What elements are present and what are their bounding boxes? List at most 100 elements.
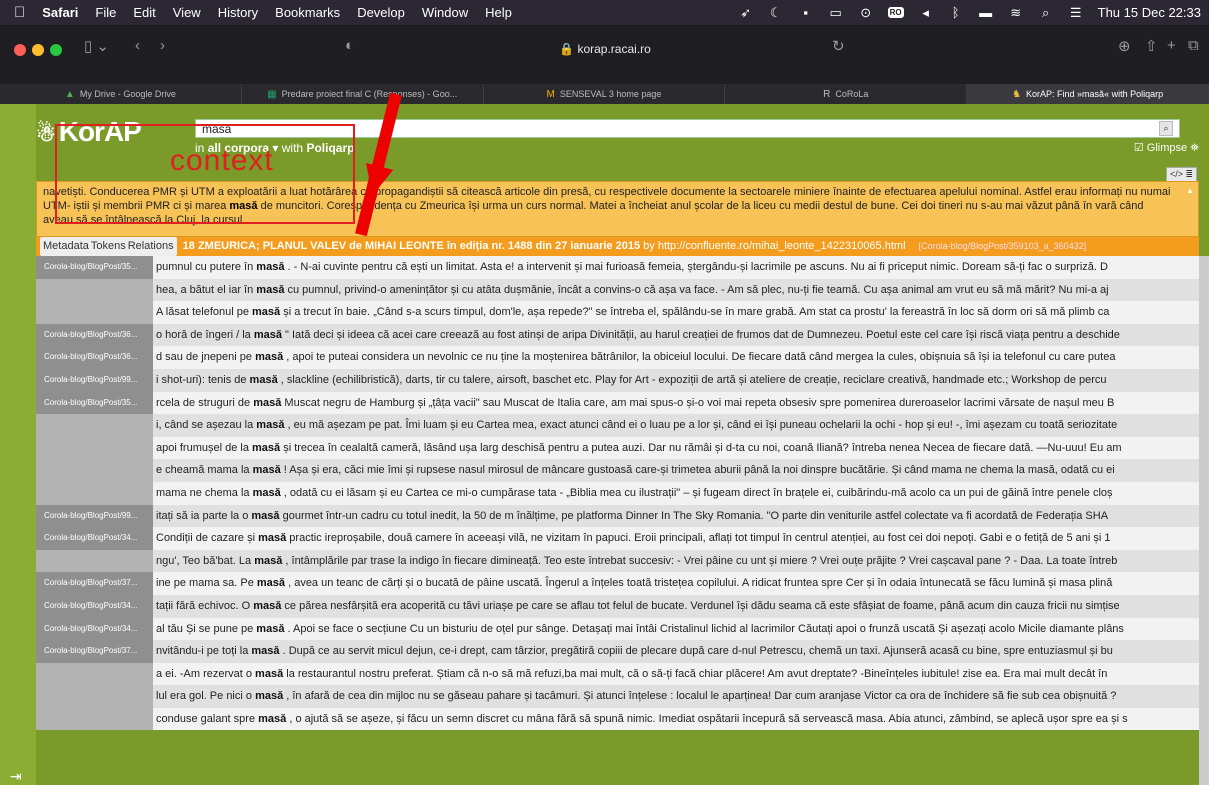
volume-icon[interactable]: ◂ bbox=[918, 5, 934, 21]
doc-title: 18 ZMEURICA; PLANUL VALEV de MIHAI LEONT… bbox=[182, 240, 641, 252]
snippet-keyword: masă bbox=[253, 396, 282, 409]
tab-label: CoRoLa bbox=[835, 89, 869, 99]
tab-corola[interactable]: R CoRoLa bbox=[725, 84, 968, 104]
location-icon[interactable]: ➶ bbox=[738, 5, 754, 21]
result-row[interactable]: A lăsat telefonul pe masă și a trecut în… bbox=[36, 301, 1199, 324]
snippet-keyword: masă bbox=[256, 419, 285, 432]
forward-icon[interactable]: › bbox=[160, 37, 165, 54]
result-snippet: e cheamă mama la masă ! Așa și era, căci… bbox=[153, 459, 1199, 482]
result-doc-label bbox=[36, 685, 153, 708]
relations-button[interactable]: Relations bbox=[128, 237, 174, 256]
menubar-status-area: ➶ ☾ ▪ ▭ ⊙ RO ◂ ᛒ ▬ ≋ ⌕ ☰ Thu 15 Dec 22:3… bbox=[738, 0, 1201, 25]
collapse-icon[interactable]: ▲ bbox=[1186, 184, 1194, 198]
result-row[interactable]: mama ne chema la masă , odată cu ei lăsa… bbox=[36, 481, 1199, 505]
result-doc-label bbox=[36, 436, 153, 460]
snippet-keyword: masă bbox=[252, 306, 281, 319]
result-row[interactable]: conduse galant spre masă , o ajută să se… bbox=[36, 707, 1199, 731]
back-icon[interactable]: ‹ bbox=[135, 37, 140, 54]
macos-menubar:  Safari File Edit View History Bookmark… bbox=[0, 0, 1209, 25]
menu-file[interactable]: File bbox=[95, 5, 116, 20]
scrollbar[interactable] bbox=[1199, 256, 1209, 785]
tokens-button[interactable]: Tokens bbox=[91, 237, 126, 256]
doc-by[interactable]: by http://confluente.ro/mihai_leonte_142… bbox=[643, 240, 905, 252]
results-list: Corola-blog/BlogPost/35... pumnul cu pute… bbox=[36, 256, 1199, 785]
moon-icon[interactable]: ☾ bbox=[768, 5, 784, 21]
menu-bookmarks[interactable]: Bookmarks bbox=[275, 5, 340, 20]
zoom-window-button[interactable] bbox=[50, 44, 62, 56]
tab-senseval[interactable]: M SENSEVAL 3 home page bbox=[484, 84, 726, 104]
result-row[interactable]: Corola-blog/BlogPost/34... tații fără ech… bbox=[36, 594, 1199, 618]
tab-korap-active[interactable]: ♞ KorAP: Find »masă« with Poliqarp bbox=[967, 84, 1209, 104]
result-row[interactable]: Corola-blog/BlogPost/35... pumnul cu pute… bbox=[36, 256, 1199, 279]
menu-help[interactable]: Help bbox=[485, 5, 512, 20]
result-row[interactable]: Corola-blog/BlogPost/37... nvitându-i pe … bbox=[36, 640, 1199, 663]
result-row[interactable]: hea, a bătut el iar în masă cu pumnul, p… bbox=[36, 278, 1199, 302]
address-bar[interactable]: 🔒 korap.racai.ro bbox=[372, 37, 838, 61]
spotlight-icon[interactable]: ⌕ bbox=[1038, 5, 1054, 21]
menu-view[interactable]: View bbox=[173, 5, 201, 20]
glimpse-toggle[interactable]: ☑ Glimpse ⛯ bbox=[1134, 141, 1199, 155]
result-row[interactable]: ngu', Teo bă'bat. La masă , întâmplările… bbox=[36, 549, 1199, 573]
result-row[interactable]: e cheamă mama la masă ! Așa și era, căci… bbox=[36, 459, 1199, 482]
bluetooth-icon[interactable]: ᛒ bbox=[948, 5, 964, 20]
snippet-keyword: masă bbox=[254, 554, 283, 567]
result-doc-label bbox=[36, 301, 153, 324]
tab-overview-icon[interactable]: ⧉ bbox=[1188, 37, 1199, 54]
login-icon[interactable]: ⇥ bbox=[10, 768, 22, 785]
result-snippet: pumnul cu putere în masă . - N-ai cuvint… bbox=[153, 256, 1199, 279]
menu-history[interactable]: History bbox=[218, 5, 258, 20]
result-row[interactable]: Corola-blog/BlogPost/34... al tău Și se p… bbox=[36, 617, 1199, 641]
result-row[interactable]: Corola-blog/BlogPost/35... rcela de strug… bbox=[36, 391, 1199, 415]
menu-app-name[interactable]: Safari bbox=[42, 5, 78, 20]
result-row[interactable]: Corola-blog/BlogPost/99... i shot-uri): t… bbox=[36, 368, 1199, 392]
view-toggle-buttons[interactable]: </> ≣ bbox=[1165, 167, 1197, 182]
menu-develop[interactable]: Develop bbox=[357, 5, 405, 20]
doc-action-buttons: Metadata Tokens Relations bbox=[40, 237, 177, 256]
share-icon[interactable]: ⇧ bbox=[1145, 37, 1158, 55]
download-icon[interactable]: ⊕ bbox=[1118, 37, 1131, 55]
notification-icon[interactable]: ▪ bbox=[798, 5, 814, 20]
new-tab-icon[interactable]: + bbox=[1167, 37, 1176, 54]
result-doc-label bbox=[36, 278, 153, 302]
result-doc-label: Corola-blog/BlogPost/35... bbox=[36, 391, 153, 415]
wifi-icon[interactable]: ≋ bbox=[1008, 5, 1024, 21]
apple-menu-icon[interactable]:  bbox=[14, 4, 25, 21]
ghost-icon: ☃ bbox=[36, 121, 56, 146]
tab-label: My Drive - Google Drive bbox=[79, 89, 176, 99]
result-row[interactable]: lul era gol. Pe nici o masă , în afară d… bbox=[36, 685, 1199, 708]
minimize-window-button[interactable] bbox=[32, 44, 44, 56]
result-row[interactable]: a ei. -Am rezervat o masă la restaurantu… bbox=[36, 662, 1199, 686]
control-center-icon[interactable]: ☰ bbox=[1068, 5, 1084, 21]
result-row[interactable]: Corola-blog/BlogPost/99... itați să ia pa… bbox=[36, 504, 1199, 528]
tab-google-drive[interactable]: ▲ My Drive - Google Drive bbox=[0, 84, 242, 104]
tab-predare-proiect[interactable]: ▦ Predare proiect final C (Responses) - G… bbox=[242, 84, 484, 104]
menu-edit[interactable]: Edit bbox=[133, 5, 155, 20]
safari-toolbar: ▯ ⌄ ‹ › ◐ 🔒 korap.racai.ro ↻ ⊕ ⇧ + ⧉ bbox=[0, 25, 1209, 86]
result-doc-label: Corola-blog/BlogPost/34... bbox=[36, 617, 153, 641]
result-row[interactable]: Corola-blog/BlogPost/34... Condiții de ca… bbox=[36, 527, 1199, 550]
result-row[interactable]: Corola-blog/BlogPost/37... ine pe mama sa… bbox=[36, 572, 1199, 595]
metadata-button[interactable]: Metadata bbox=[43, 237, 89, 256]
menubar-clock[interactable]: Thu 15 Dec 22:33 bbox=[1098, 5, 1201, 20]
input-source-badge[interactable]: RO bbox=[887, 7, 904, 18]
result-snippet: ngu', Teo bă'bat. La masă , întâmplările… bbox=[153, 549, 1199, 573]
battery-icon[interactable]: ▬ bbox=[978, 5, 994, 20]
result-row[interactable]: Corola-blog/BlogPost/36... d sau de jnepe… bbox=[36, 346, 1199, 369]
result-doc-label bbox=[36, 459, 153, 482]
result-row[interactable]: i, când se așezau la masă , eu mă așezam… bbox=[36, 414, 1199, 437]
result-doc-label: Corola-blog/BlogPost/99... bbox=[36, 368, 153, 392]
snippet-right-context: , apoi te puteai considera un nevolnic c… bbox=[283, 351, 1116, 364]
search-button[interactable]: ⌕ bbox=[1159, 121, 1173, 136]
result-doc-label: Corola-blog/BlogPost/34... bbox=[36, 594, 153, 618]
snippet-right-context: și a trecut în baie. „Când s-a scurs tim… bbox=[280, 306, 1110, 319]
sidebar-toggle-icon[interactable]: ▯ ⌄ bbox=[84, 37, 109, 55]
result-row[interactable]: apoi frumușel de la masă și trecea în ce… bbox=[36, 436, 1199, 460]
result-row[interactable]: Corola-blog/BlogPost/36... o horă de înge… bbox=[36, 323, 1199, 347]
close-window-button[interactable] bbox=[14, 44, 26, 56]
menu-window[interactable]: Window bbox=[422, 5, 468, 20]
play-icon[interactable]: ⊙ bbox=[858, 5, 874, 21]
reload-icon[interactable]: ↻ bbox=[832, 37, 845, 55]
display-icon[interactable]: ▭ bbox=[828, 5, 844, 21]
snippet-keyword: masă bbox=[256, 622, 285, 635]
shield-icon[interactable]: ◐ bbox=[345, 37, 354, 54]
